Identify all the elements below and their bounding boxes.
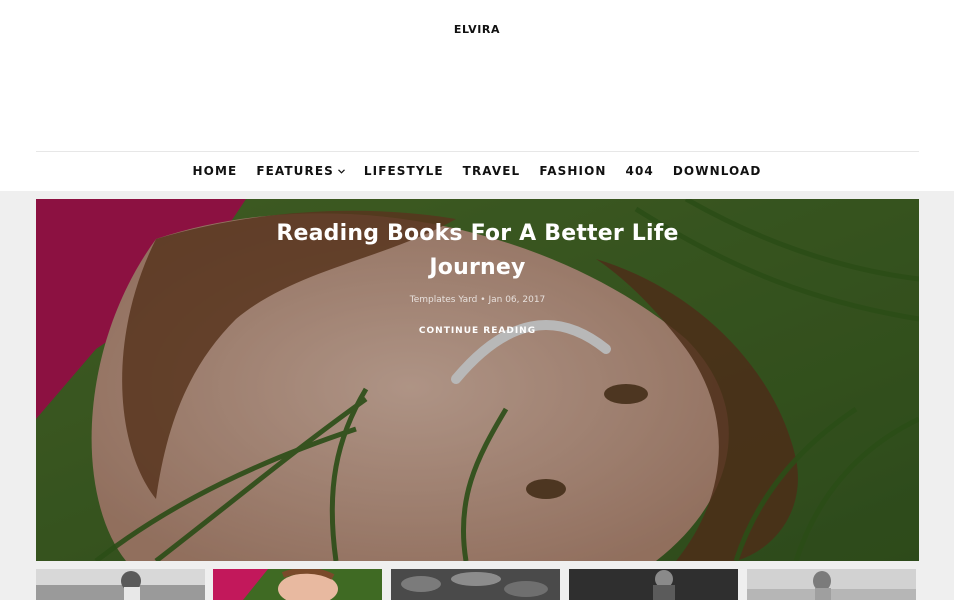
- thumbnail-2[interactable]: [213, 569, 382, 600]
- nav-item-label: FASHION: [539, 164, 607, 178]
- post-date: Jan 06, 2017: [488, 295, 546, 305]
- meta-separator: •: [480, 295, 486, 305]
- nav-item-label: 404: [625, 164, 654, 178]
- main-nav: HOME FEATURES LIFESTYLE TRAVEL FASHION 4…: [0, 164, 954, 178]
- nav-item-label: DOWNLOAD: [672, 164, 762, 178]
- nav-item-label: HOME: [192, 164, 238, 178]
- thumbnail-3[interactable]: [391, 569, 560, 600]
- continue-reading-link[interactable]: CONTINUE READING: [419, 326, 536, 336]
- nav-item-label: LIFESTYLE: [363, 164, 444, 178]
- nav-item-download[interactable]: DOWNLOAD: [673, 164, 762, 178]
- post-author[interactable]: Templates Yard: [410, 295, 478, 305]
- nav-item-label: FEATURES: [256, 164, 334, 178]
- header-divider: [36, 151, 919, 152]
- thumbnail-4[interactable]: [569, 569, 738, 600]
- site-title[interactable]: ELVIRA: [0, 23, 954, 36]
- nav-item-home[interactable]: HOME: [193, 164, 238, 178]
- post-meta: Templates Yard • Jan 06, 2017: [36, 295, 919, 305]
- nav-item-features[interactable]: FEATURES: [256, 164, 345, 178]
- post-title[interactable]: Reading Books For A Better Life Journey: [268, 217, 688, 285]
- chevron-down-icon: [337, 168, 345, 174]
- page: ELVIRA HOME FEATURES LIFESTYLE TRAVEL FA…: [0, 0, 954, 600]
- nav-item-lifestyle[interactable]: LIFESTYLE: [364, 164, 444, 178]
- thumbnail-5[interactable]: [747, 569, 916, 600]
- nav-item-label: TRAVEL: [462, 164, 521, 178]
- featured-post[interactable]: Reading Books For A Better Life Journey …: [36, 199, 919, 561]
- thumbnail-1[interactable]: [36, 569, 205, 600]
- nav-item-404[interactable]: 404: [626, 164, 654, 178]
- hero-content: Reading Books For A Better Life Journey …: [36, 217, 919, 337]
- nav-item-travel[interactable]: TRAVEL: [463, 164, 521, 178]
- nav-item-fashion[interactable]: FASHION: [539, 164, 606, 178]
